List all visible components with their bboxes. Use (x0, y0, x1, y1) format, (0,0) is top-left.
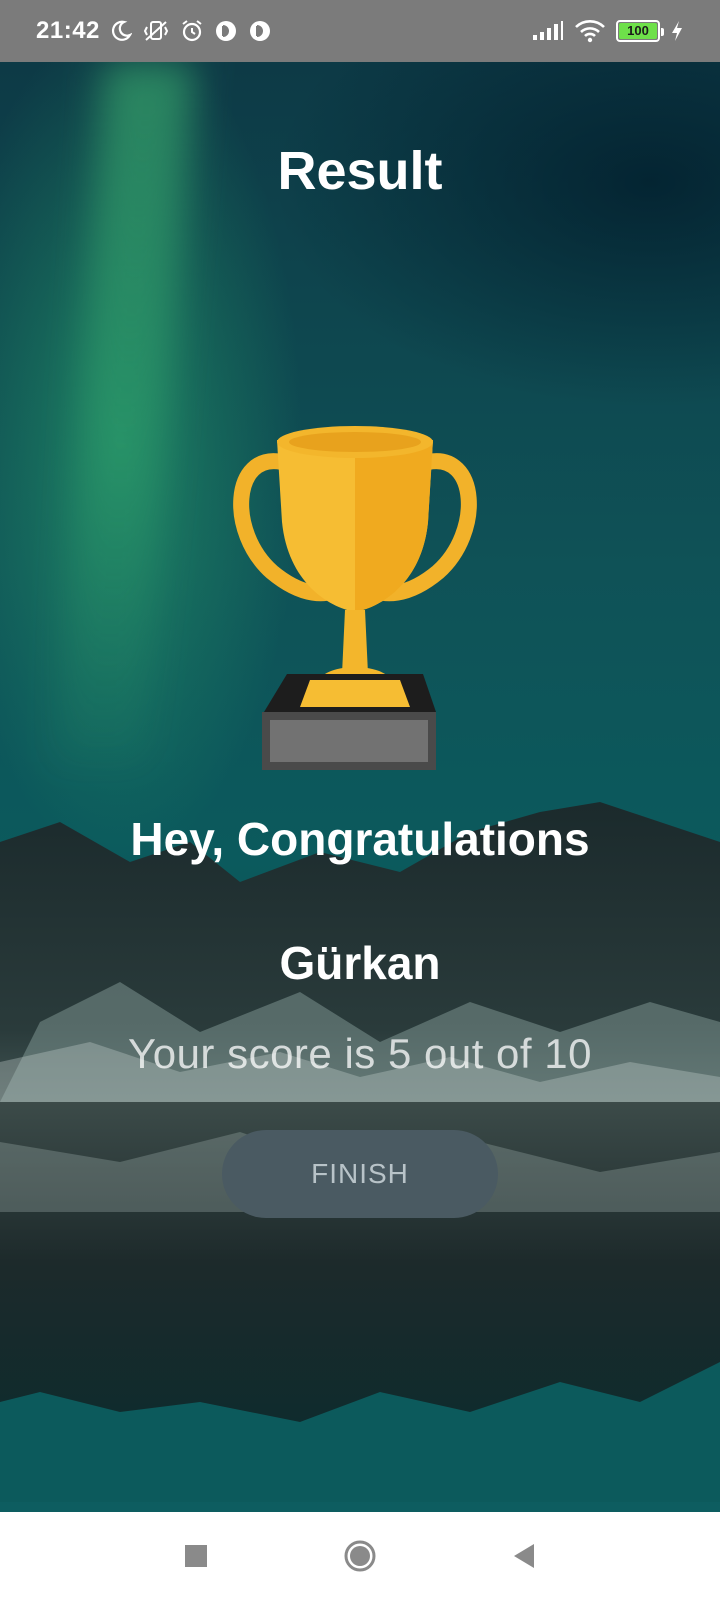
finish-button[interactable]: FINISH (222, 1130, 498, 1218)
wifi-icon (574, 19, 606, 43)
home-circle-icon[interactable] (338, 1534, 382, 1578)
charging-icon (670, 20, 684, 42)
trophy-icon (233, 426, 477, 770)
status-right: 100 (532, 19, 684, 43)
signal-icon (532, 21, 564, 41)
moon-icon (110, 20, 132, 42)
page-title: Result (277, 141, 443, 201)
battery-icon: 100 (616, 20, 664, 42)
back-triangle-icon[interactable] (502, 1534, 546, 1578)
status-time: 21:42 (36, 17, 100, 44)
result-screen: Result Hey, Congratulations Gürkan Your … (0, 62, 720, 1512)
score-text: Your score is 5 out of 10 (128, 1030, 592, 1077)
navigation-bar (0, 1512, 720, 1600)
status-bar: 21:42 100 (0, 0, 720, 62)
recents-square-icon[interactable] (174, 1534, 218, 1578)
status-left: 21:42 (36, 17, 272, 45)
user-name: Gürkan (279, 937, 441, 989)
app-icon-2 (248, 19, 272, 43)
alarm-icon (180, 19, 204, 43)
battery-level: 100 (619, 23, 657, 39)
vibrate-off-icon (142, 19, 170, 43)
app-icon-1 (214, 19, 238, 43)
congratulations-heading: Hey, Congratulations (130, 813, 590, 865)
